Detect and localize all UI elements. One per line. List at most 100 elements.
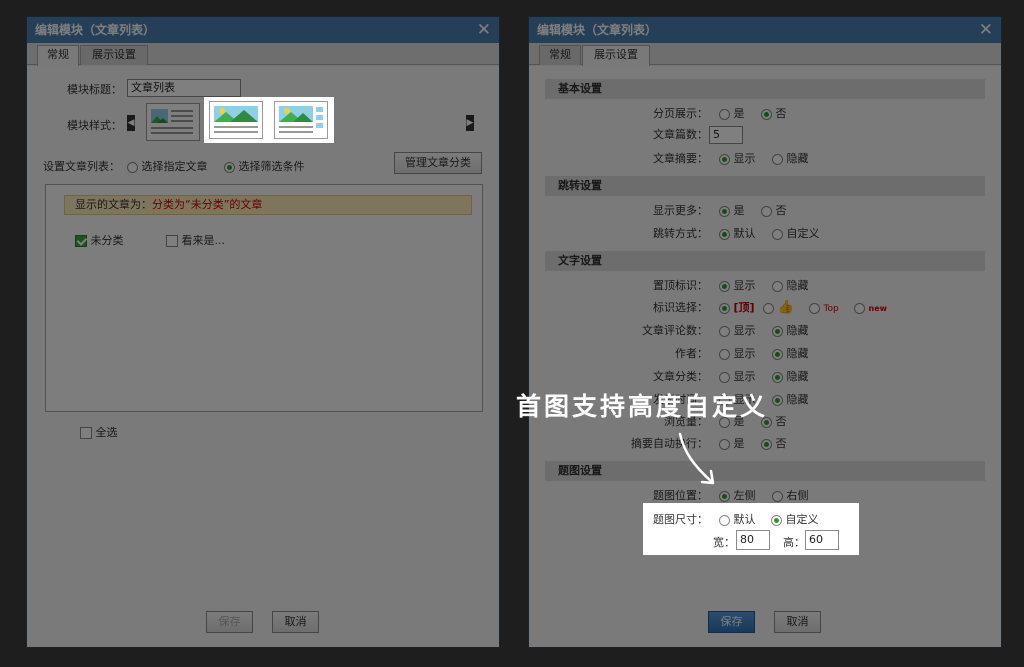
count-label: 文章篇数： bbox=[653, 128, 708, 141]
section-jump: 跳转设置 bbox=[545, 176, 985, 196]
radio-more-yes[interactable]: 是 bbox=[719, 203, 745, 219]
row-category: 文章分类： 显示 隐藏 bbox=[529, 369, 1003, 385]
checkbox-icon[interactable] bbox=[80, 427, 92, 439]
module-title-label: 模块标题： bbox=[67, 83, 122, 96]
radio-mark-2[interactable]: 👍 bbox=[763, 300, 794, 316]
img-size-label: 题图尺寸： bbox=[653, 513, 708, 526]
radio-summary-show[interactable]: 显示 bbox=[719, 151, 756, 167]
mark-choice-label: 标识选择： bbox=[653, 301, 708, 314]
category-panel: 显示的文章为：分类为“未分类”的文章 未分类 看来是... bbox=[45, 184, 483, 412]
highlight-image-size: 题图尺寸： 默认 自定义 宽： 80 高： 60 bbox=[643, 503, 859, 555]
highlight-style-thumbs bbox=[204, 97, 334, 143]
save-button[interactable]: 保存 bbox=[206, 611, 253, 633]
comments-label: 文章评论数： bbox=[642, 324, 708, 337]
radio-comments-show[interactable]: 显示 bbox=[719, 323, 756, 339]
radio-comments-hide[interactable]: 隐藏 bbox=[772, 323, 809, 339]
dialog-titlebar: 编辑模块（文章列表） ✕ bbox=[529, 17, 1001, 43]
radio-paging-no[interactable]: 否 bbox=[761, 106, 787, 122]
height-input[interactable]: 60 bbox=[805, 530, 839, 550]
author-label: 作者： bbox=[675, 347, 708, 360]
width-label: 宽： bbox=[713, 536, 735, 549]
radio-jump-default[interactable]: 默认 bbox=[719, 226, 756, 242]
radio-more-no[interactable]: 否 bbox=[761, 203, 787, 219]
radio-category-hide[interactable]: 隐藏 bbox=[772, 369, 809, 385]
cancel-button[interactable]: 取消 bbox=[272, 611, 319, 633]
style-thumb-2-highlight[interactable] bbox=[209, 101, 263, 139]
radio-top-hide[interactable]: 隐藏 bbox=[772, 278, 809, 294]
row-count: 文章篇数： 5 bbox=[529, 126, 1003, 144]
top-mark-label: 置顶标识： bbox=[653, 279, 708, 292]
section-basic: 基本设置 bbox=[545, 79, 985, 99]
row-autowrap: 摘要自动换行： 是 否 bbox=[529, 436, 1003, 452]
row-paging: 分页展示： 是 否 bbox=[529, 106, 1003, 122]
dialog-body: 模块标题： 文章列表 模块样式： ◀ ▶ 设置文章列表： 选择指定文章 选择筛选… bbox=[27, 66, 499, 647]
row-top-mark: 置顶标识： 显示 隐藏 bbox=[529, 278, 1003, 294]
checkbox-checked-icon[interactable] bbox=[75, 235, 87, 247]
radio-icon[interactable] bbox=[127, 161, 138, 173]
radio-checked-icon[interactable] bbox=[224, 161, 235, 173]
row-more: 显示更多： 是 否 bbox=[529, 203, 1003, 219]
radio-filter[interactable]: 选择筛选条件 bbox=[224, 158, 305, 174]
paging-label: 分页展示： bbox=[653, 107, 708, 120]
annotation-arrow-icon bbox=[678, 432, 715, 485]
row-author: 作者： 显示 隐藏 bbox=[529, 346, 1003, 362]
radio-author-hide[interactable]: 隐藏 bbox=[772, 346, 809, 362]
image-top-icon bbox=[214, 106, 258, 133]
style-thumb-1[interactable] bbox=[146, 103, 200, 141]
row-summary: 文章摘要： 显示 隐藏 bbox=[529, 151, 1003, 167]
tab-bar: 常规 展示设置 bbox=[529, 43, 1001, 66]
article-list-label: 设置文章列表： bbox=[43, 160, 120, 173]
manage-category-button[interactable]: 管理文章分类 bbox=[394, 152, 482, 174]
radio-author-show[interactable]: 显示 bbox=[719, 346, 756, 362]
summary-label: 文章摘要： bbox=[653, 152, 708, 165]
radio-size-default[interactable]: 默认 bbox=[719, 511, 756, 527]
radio-img-left[interactable]: 左侧 bbox=[719, 488, 756, 504]
dialog-titlebar: 编辑模块（文章列表） ✕ bbox=[27, 17, 499, 43]
module-title-input[interactable]: 文章列表 bbox=[127, 79, 241, 97]
radio-mark-4[interactable]: new bbox=[854, 300, 887, 317]
tab-display-settings[interactable]: 展示设置 bbox=[582, 45, 650, 66]
row-img-pos: 题图位置： 左侧 右侧 bbox=[529, 488, 1003, 504]
dialog-title: 编辑模块（文章列表） bbox=[35, 23, 156, 37]
notice-text: 显示的文章为： bbox=[75, 198, 152, 211]
radio-img-right[interactable]: 右侧 bbox=[772, 488, 809, 504]
checkbox-icon[interactable] bbox=[166, 235, 178, 247]
close-icon[interactable]: ✕ bbox=[477, 17, 491, 43]
count-input[interactable]: 5 bbox=[709, 126, 743, 144]
width-input[interactable]: 80 bbox=[736, 530, 770, 550]
image-right-icon bbox=[279, 106, 323, 133]
radio-summary-hide[interactable]: 隐藏 bbox=[772, 151, 809, 167]
radio-date-hide[interactable]: 隐藏 bbox=[772, 392, 809, 408]
radio-size-custom[interactable]: 自定义 bbox=[771, 511, 819, 527]
radio-autowrap-no[interactable]: 否 bbox=[761, 436, 787, 452]
radio-specified[interactable]: 选择指定文章 bbox=[127, 158, 208, 174]
tab-general[interactable]: 常规 bbox=[539, 45, 581, 65]
style-prev-arrow-icon[interactable]: ◀ bbox=[127, 115, 135, 131]
radio-autowrap-yes[interactable]: 是 bbox=[719, 436, 745, 452]
category-label: 文章分类： bbox=[653, 370, 708, 383]
category-second[interactable]: 看来是... bbox=[166, 232, 225, 248]
radio-top-show[interactable]: 显示 bbox=[719, 278, 756, 294]
row-mark-choice: 标识选择： [顶] 👍 Top new bbox=[529, 300, 1003, 316]
style-thumb-3-highlight[interactable] bbox=[274, 101, 328, 139]
tab-display-settings[interactable]: 展示设置 bbox=[80, 45, 148, 65]
section-text: 文字设置 bbox=[545, 251, 985, 271]
radio-jump-custom[interactable]: 自定义 bbox=[772, 226, 820, 242]
jump-label: 跳转方式： bbox=[653, 227, 708, 240]
style-next-arrow-icon[interactable]: ▶ bbox=[466, 115, 474, 131]
tab-general[interactable]: 常规 bbox=[37, 45, 79, 66]
more-label: 显示更多： bbox=[653, 204, 708, 217]
select-all[interactable]: 全选 bbox=[80, 424, 118, 440]
radio-category-show[interactable]: 显示 bbox=[719, 369, 756, 385]
row-jump: 跳转方式： 默认 自定义 bbox=[529, 226, 1003, 242]
radio-paging-yes[interactable]: 是 bbox=[719, 106, 745, 122]
save-button[interactable]: 保存 bbox=[708, 611, 755, 633]
close-icon[interactable]: ✕ bbox=[979, 17, 993, 43]
radio-mark-1[interactable]: [顶] bbox=[719, 300, 755, 316]
dialog-title: 编辑模块（文章列表） bbox=[537, 23, 658, 37]
annotation-text: 首图支持高度自定义 bbox=[516, 392, 769, 421]
radio-mark-3[interactable]: Top bbox=[809, 300, 839, 317]
category-uncategorized[interactable]: 未分类 bbox=[75, 232, 124, 248]
image-list-icon bbox=[151, 109, 193, 134]
cancel-button[interactable]: 取消 bbox=[774, 611, 821, 633]
